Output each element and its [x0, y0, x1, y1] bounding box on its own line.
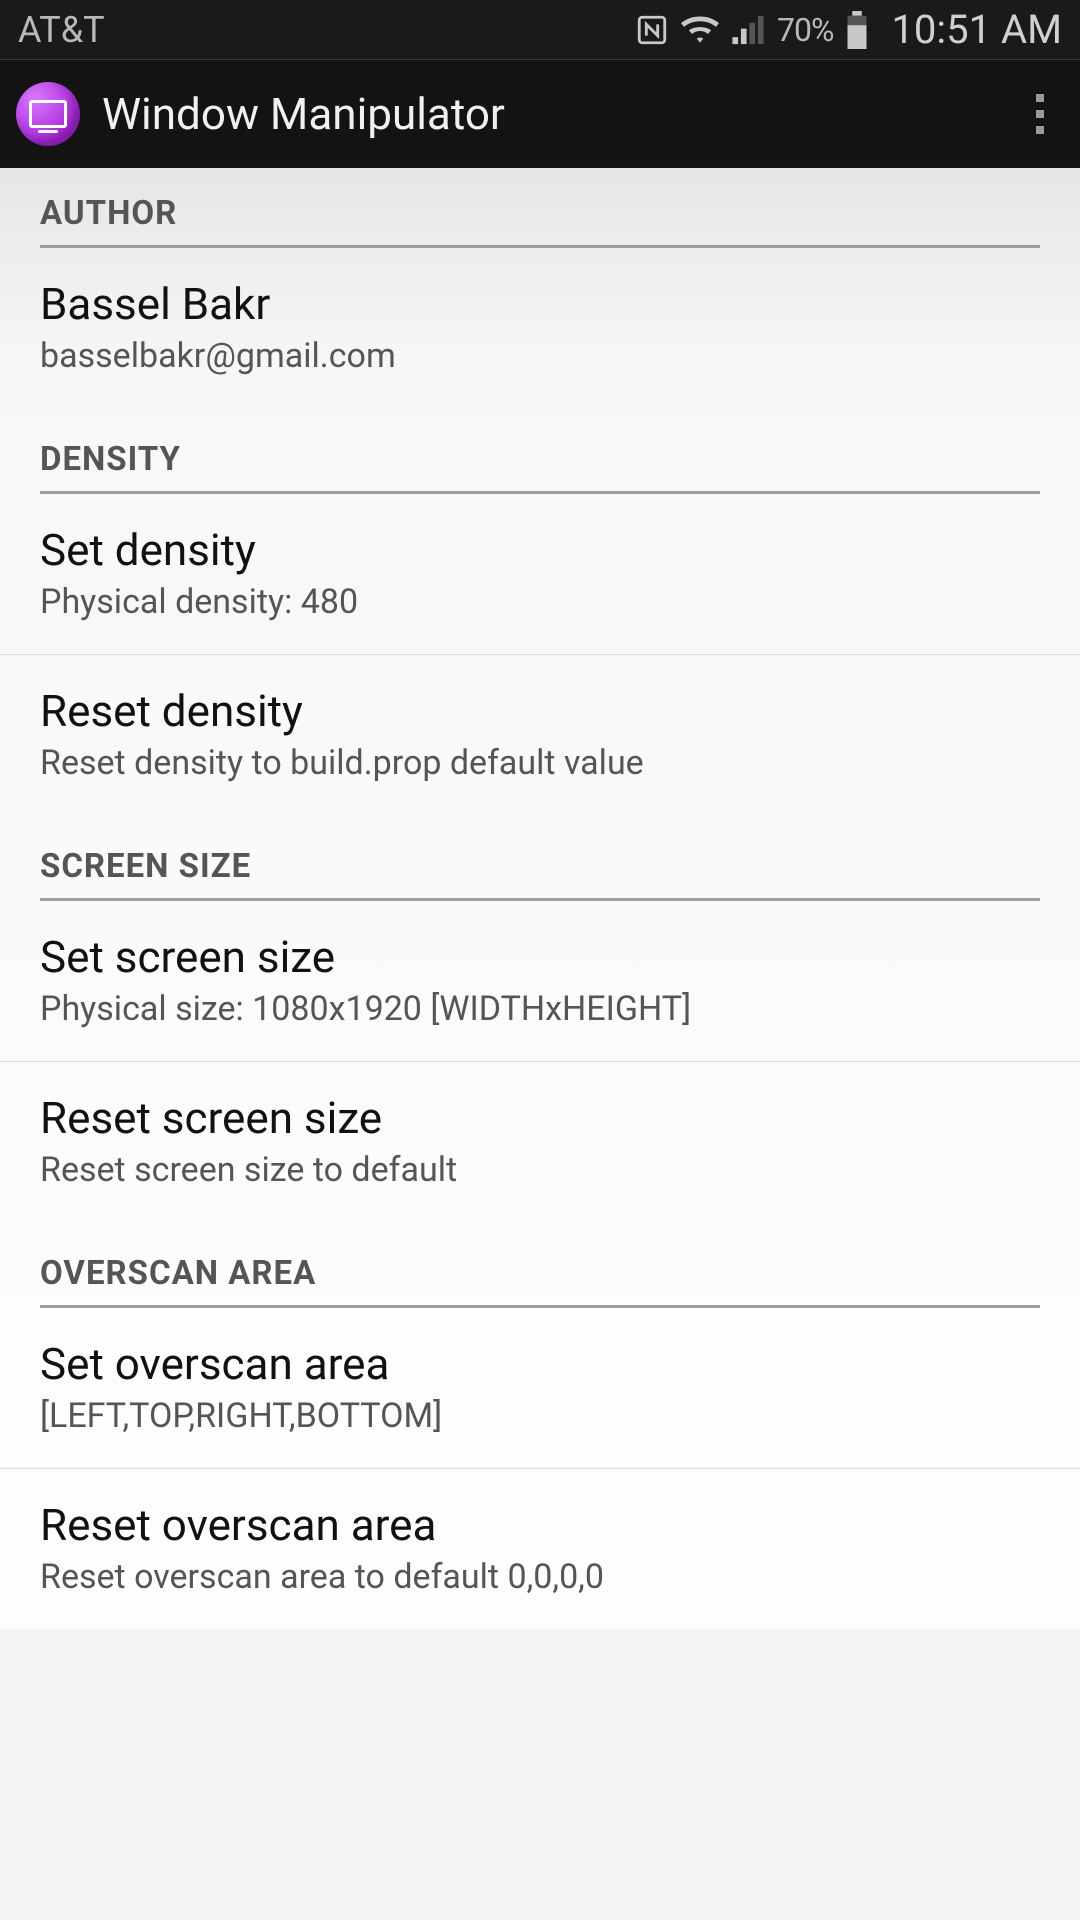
pref-set-density[interactable]: Set density Physical density: 480 [0, 494, 1080, 655]
wifi-icon [681, 14, 719, 46]
section-header-density: DENSITY [40, 412, 1040, 494]
pref-set-screen-size[interactable]: Set screen size Physical size: 1080x1920… [0, 901, 1080, 1062]
pref-title: Reset screen size [40, 1092, 1040, 1144]
app-icon [16, 82, 80, 146]
section-header-overscan: OVERSCAN AREA [40, 1226, 1040, 1308]
pref-title: Set overscan area [40, 1338, 1040, 1390]
status-bar: AT&T 70% 10:51 AM [0, 0, 1080, 60]
pref-summary: Physical density: 480 [40, 582, 1040, 622]
pref-summary: [LEFT,TOP,RIGHT,BOTTOM] [40, 1396, 1040, 1436]
battery-icon [845, 11, 869, 49]
pref-summary: Physical size: 1080x1920 [WIDTHxHEIGHT] [40, 989, 1040, 1029]
section-header-author: AUTHOR [40, 168, 1040, 248]
pref-summary: Reset overscan area to default 0,0,0,0 [40, 1557, 1040, 1597]
pref-title: Set screen size [40, 931, 1040, 983]
app-title: Window Manipulator [102, 88, 1020, 140]
carrier-label: AT&T [18, 9, 635, 51]
clock: 10:51 AM [891, 6, 1062, 53]
section-header-screen-size: SCREEN SIZE [40, 819, 1040, 901]
author-email: basselbakr@gmail.com [40, 336, 1040, 376]
author-name: Bassel Bakr [40, 278, 1040, 330]
pref-summary: Reset screen size to default [40, 1150, 1040, 1190]
pref-title: Reset overscan area [40, 1499, 1040, 1551]
pref-summary: Reset density to build.prop default valu… [40, 743, 1040, 783]
battery-percent: 70% [777, 11, 833, 49]
action-bar: Window Manipulator [0, 60, 1080, 168]
pref-reset-density[interactable]: Reset density Reset density to build.pro… [0, 655, 1080, 815]
pref-title: Reset density [40, 685, 1040, 737]
pref-author[interactable]: Bassel Bakr basselbakr@gmail.com [0, 248, 1080, 408]
pref-title: Set density [40, 524, 1040, 576]
signal-icon [731, 15, 765, 45]
pref-reset-overscan[interactable]: Reset overscan area Reset overscan area … [0, 1469, 1080, 1629]
status-icons: 70% 10:51 AM [635, 6, 1062, 53]
overflow-menu-icon[interactable] [1020, 84, 1060, 144]
preferences-list: AUTHOR Bassel Bakr basselbakr@gmail.com … [0, 168, 1080, 1629]
pref-reset-screen-size[interactable]: Reset screen size Reset screen size to d… [0, 1062, 1080, 1222]
nfc-icon [635, 13, 669, 47]
pref-set-overscan[interactable]: Set overscan area [LEFT,TOP,RIGHT,BOTTOM… [0, 1308, 1080, 1469]
